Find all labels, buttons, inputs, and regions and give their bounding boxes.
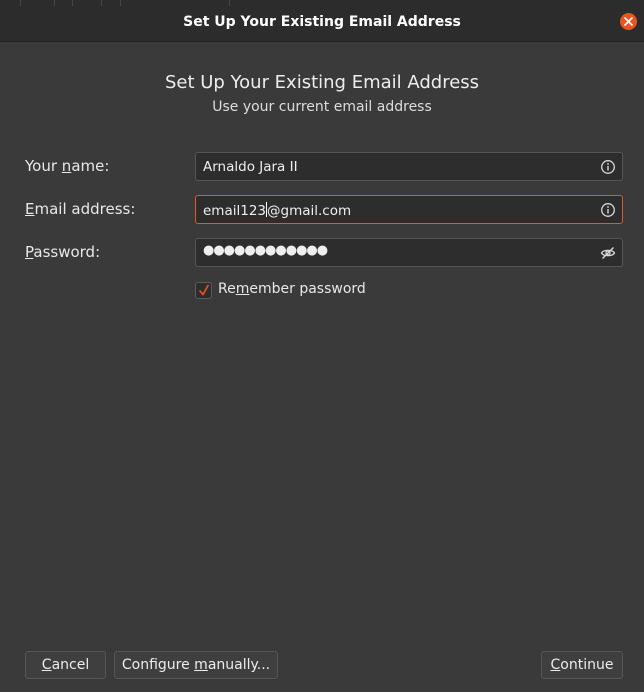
cancel-button[interactable]: Cancel <box>25 651 106 679</box>
close-button[interactable] <box>620 13 637 30</box>
name-value: Arnaldo Jara II <box>203 159 298 175</box>
close-icon <box>624 17 633 26</box>
info-icon[interactable] <box>600 202 616 218</box>
title-bar: Set Up Your Existing Email Address <box>0 0 644 42</box>
continue-button[interactable]: Continue <box>541 651 623 679</box>
info-icon[interactable] <box>600 159 616 175</box>
configure-manually-button[interactable]: Configure manually... <box>114 651 278 679</box>
password-field[interactable]: ●●●●●●●●●●●● <box>195 238 623 267</box>
email-field[interactable]: email123@gmail.com <box>195 195 623 224</box>
email-value: email123@gmail.com <box>203 202 352 219</box>
dialog-heading: Set Up Your Existing Email Address <box>164 72 480 93</box>
eye-slash-icon[interactable] <box>600 245 616 261</box>
background-tabs <box>0 0 240 6</box>
name-label: Your name: <box>25 157 110 175</box>
password-value: ●●●●●●●●●●●● <box>203 243 328 258</box>
remember-password-checkbox[interactable] <box>195 282 212 299</box>
email-label: Email address: <box>25 200 136 218</box>
window-title: Set Up Your Existing Email Address <box>183 14 461 30</box>
remember-password-label[interactable]: Remember password <box>218 281 366 297</box>
name-field[interactable]: Arnaldo Jara II <box>195 152 623 181</box>
dialog-subheading: Use your current email address <box>212 99 432 115</box>
checkmark-icon <box>199 284 209 296</box>
password-label: Password: <box>25 243 101 261</box>
